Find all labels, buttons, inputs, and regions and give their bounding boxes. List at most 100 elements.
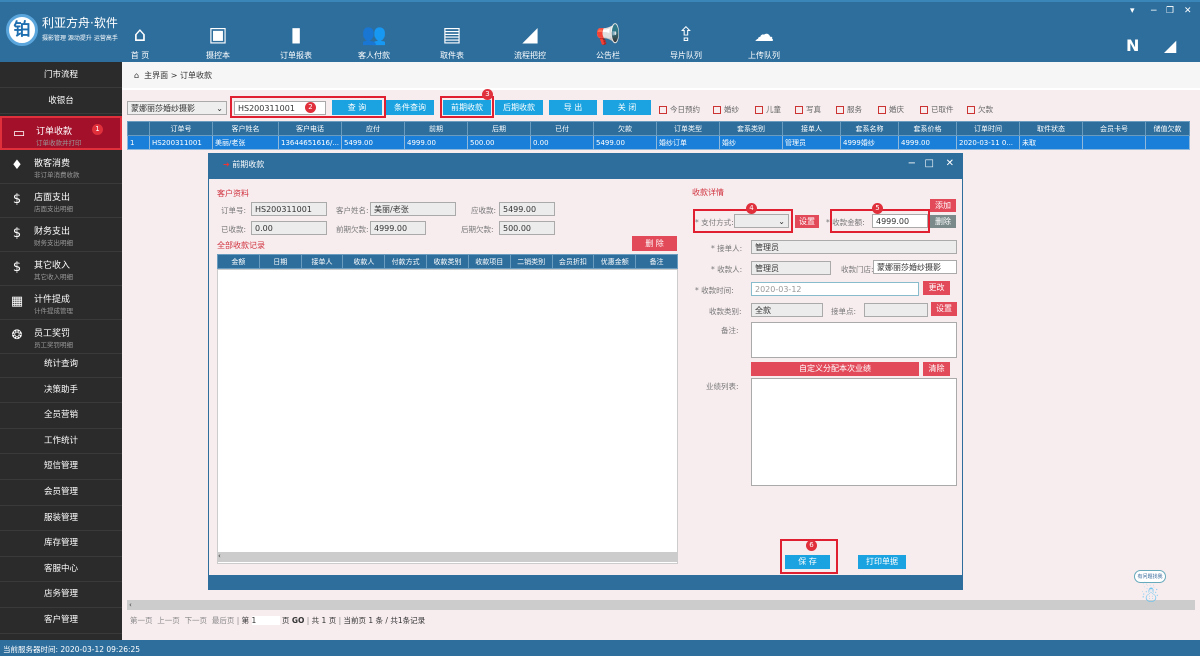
column-header[interactable]: 储值欠款: [1145, 121, 1190, 136]
sidebar-item[interactable]: 统计查询: [0, 352, 122, 378]
column-header[interactable]: 会员卡号: [1082, 121, 1146, 136]
minimize-button[interactable]: −: [1150, 6, 1158, 16]
column-header[interactable]: 订单号: [149, 121, 213, 136]
next-page[interactable]: 下一页: [185, 616, 208, 625]
page-input[interactable]: 1: [251, 616, 280, 625]
column-header[interactable]: 优惠金额: [593, 254, 637, 269]
horizontal-scrollbar[interactable]: ‹: [127, 600, 1195, 610]
column-header[interactable]: 客户电话: [278, 121, 342, 136]
column-header[interactable]: 后期: [467, 121, 531, 136]
signal-icon[interactable]: ◢: [1164, 36, 1176, 55]
column-header[interactable]: 已付: [530, 121, 594, 136]
mascot-helper[interactable]: 有问题找我 ☃: [1120, 570, 1180, 620]
checkbox-icon[interactable]: [878, 106, 886, 114]
change-time-button[interactable]: 更改: [923, 281, 950, 295]
checkbox-icon[interactable]: [755, 106, 763, 114]
filter-checkbox[interactable]: 婚庆: [878, 104, 904, 115]
sidebar-item[interactable]: 会员管理: [0, 480, 122, 506]
filter-checkbox[interactable]: 儿童: [755, 104, 781, 115]
column-header[interactable]: 备注: [635, 254, 678, 269]
post-payment-button[interactable]: 后期收款: [495, 100, 543, 115]
checkbox-icon[interactable]: [795, 106, 803, 114]
checkbox-icon[interactable]: [836, 106, 844, 114]
prev-page[interactable]: 上一页: [157, 616, 180, 625]
column-header[interactable]: 二销类别: [509, 254, 553, 269]
sidebar-item-4[interactable]: $ 其它收入 其它收入明细: [0, 252, 122, 286]
filter-checkbox[interactable]: 今日预约: [659, 104, 700, 115]
column-header[interactable]: 接单人: [300, 254, 344, 269]
dialog-minimize[interactable]: −: [908, 158, 916, 169]
checkbox-icon[interactable]: [713, 106, 721, 114]
sidebar-item[interactable]: 客服中心: [0, 557, 122, 583]
column-header[interactable]: [127, 121, 150, 136]
sidebar-item-3[interactable]: $ 财务支出 财务支出明细: [0, 218, 122, 252]
sidebar-item[interactable]: 工作统计: [0, 429, 122, 455]
column-header[interactable]: 付款方式: [384, 254, 428, 269]
dialog-close[interactable]: ✕: [946, 158, 954, 169]
column-header[interactable]: 套系价格: [898, 121, 957, 136]
column-header[interactable]: 日期: [258, 254, 302, 269]
sidebar-item[interactable]: 收银台: [0, 88, 122, 114]
nav-cloud-upload[interactable]: ☁ 上传队列: [734, 22, 794, 61]
performance-list[interactable]: [751, 378, 957, 486]
column-header[interactable]: 收款项目: [467, 254, 511, 269]
last-page[interactable]: 最后页: [212, 616, 235, 625]
sidebar-item-2[interactable]: $ 店面支出 店面支出明细: [0, 184, 122, 218]
close-button[interactable]: ✕: [1184, 6, 1192, 16]
filter-checkbox[interactable]: 婚纱: [713, 104, 739, 115]
records-scrollbar[interactable]: ‹: [218, 552, 677, 562]
time-field[interactable]: 2020-03-12: [751, 282, 919, 296]
sidebar-item[interactable]: 服装管理: [0, 506, 122, 532]
nav-home[interactable]: ⌂ 首 页: [110, 22, 170, 61]
sidebar-item-6[interactable]: ❂ 员工奖罚 员工奖罚明细: [0, 320, 122, 354]
column-header[interactable]: 金额: [217, 254, 260, 269]
column-header[interactable]: 套系类别: [719, 121, 783, 136]
nav-signal[interactable]: ◢ 流程把控: [500, 22, 560, 61]
column-header[interactable]: 应付: [341, 121, 405, 136]
column-header[interactable]: 前期: [404, 121, 468, 136]
add-payment-button[interactable]: 添加: [930, 199, 956, 212]
column-header[interactable]: 会员折扣: [551, 254, 595, 269]
delete-record-button[interactable]: 删 除: [632, 236, 677, 251]
point-settings-button[interactable]: 设置: [931, 302, 957, 316]
column-header[interactable]: 套系名称: [840, 121, 899, 136]
column-header[interactable]: 客户姓名: [212, 121, 279, 136]
table-row[interactable]: 1 HS200311001 美丽/老张 13644651616/... 5499.00 4…: [127, 135, 1190, 150]
filter-checkbox[interactable]: 欠款: [967, 104, 993, 115]
sidebar-item-1[interactable]: ♦ 散客消费 非订单消费收款: [0, 150, 122, 184]
sidebar-item[interactable]: 短信管理: [0, 454, 122, 480]
column-header[interactable]: 取件状态: [1019, 121, 1083, 136]
sidebar-item[interactable]: 门市流程: [0, 62, 122, 88]
point-select[interactable]: [864, 303, 928, 317]
go-button[interactable]: GO: [292, 616, 305, 625]
column-header[interactable]: 收款类别: [426, 254, 469, 269]
nav-megaphone[interactable]: 📢 公告栏: [578, 22, 638, 61]
nav-upload-window[interactable]: ⇪ 导片队列: [656, 22, 716, 61]
checkbox-icon[interactable]: [659, 106, 667, 114]
filter-checkbox[interactable]: 已取件: [920, 104, 954, 115]
sidebar-item[interactable]: 决策助手: [0, 378, 122, 404]
sidebar-item[interactable]: 库存管理: [0, 531, 122, 557]
nav-notebook[interactable]: ▣ 摄控本: [188, 22, 248, 61]
checkbox-icon[interactable]: [967, 106, 975, 114]
filter-checkbox[interactable]: 写真: [795, 104, 821, 115]
column-header[interactable]: 订单类型: [656, 121, 720, 136]
nav-users[interactable]: 👥 客人付款: [344, 22, 404, 61]
export-button[interactable]: 导 出: [549, 100, 597, 115]
print-button[interactable]: 打印单据: [858, 555, 906, 569]
filter-checkbox[interactable]: 服务: [836, 104, 862, 115]
column-header[interactable]: 接单人: [782, 121, 841, 136]
note-textarea[interactable]: [751, 322, 957, 358]
column-header[interactable]: 订单时间: [956, 121, 1020, 136]
receive-store-select[interactable]: 蒙娜丽莎婚纱摄影: [873, 260, 957, 274]
column-header[interactable]: 欠款: [593, 121, 657, 136]
nav-cabinet[interactable]: ▤ 取件表: [422, 22, 482, 61]
home-icon[interactable]: ⌂: [134, 71, 139, 80]
sidebar-item[interactable]: 店务管理: [0, 582, 122, 608]
close-panel-button[interactable]: 关 闭: [603, 100, 651, 115]
store-select[interactable]: 蒙娜丽莎婚纱摄影 ⌄: [127, 101, 227, 115]
remove-payment-button[interactable]: 删除: [930, 215, 956, 228]
breadcrumb-home[interactable]: 主界面: [144, 71, 168, 80]
custom-allocate-button[interactable]: 自定义分配本次业绩: [751, 362, 919, 376]
first-page[interactable]: 第一页: [130, 616, 153, 625]
